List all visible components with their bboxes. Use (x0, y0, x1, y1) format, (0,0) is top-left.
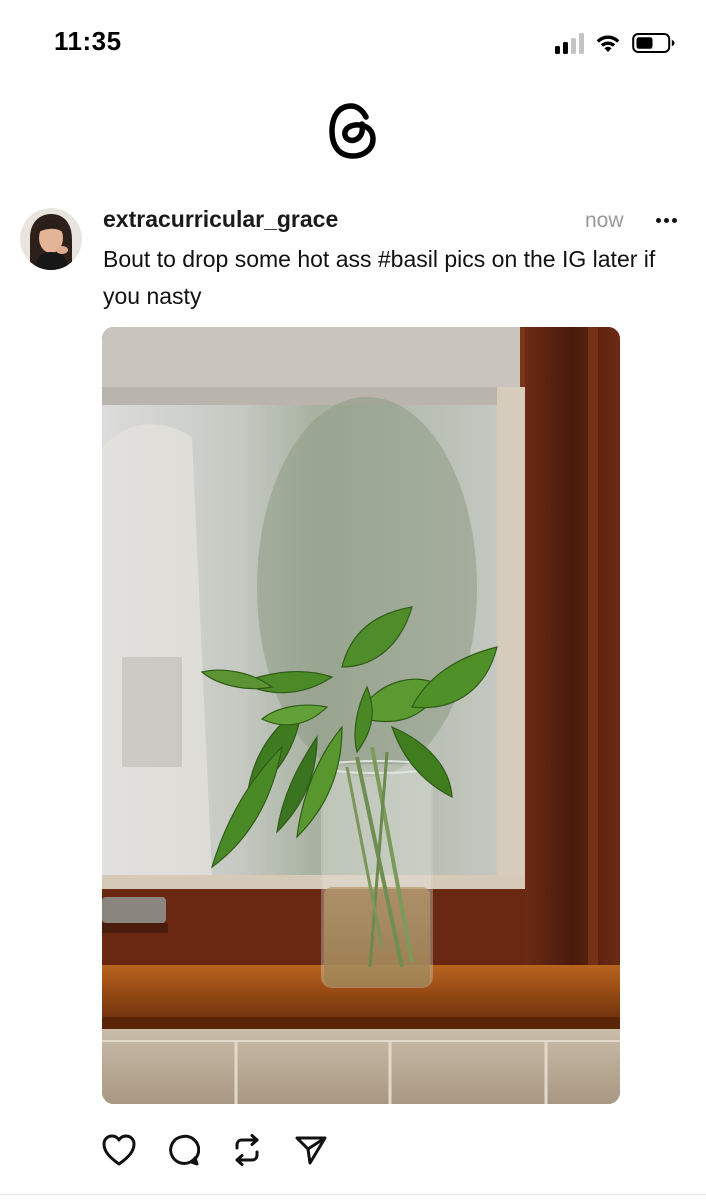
status-time: 11:35 (54, 26, 122, 56)
post-text: Bout to drop some hot ass #basil pics on… (103, 246, 656, 309)
wifi-icon (596, 35, 620, 52)
divider (0, 1194, 706, 1195)
ellipsis-icon (655, 217, 661, 223)
post-timestamp: now (585, 209, 624, 232)
heart-icon (102, 1134, 136, 1166)
share-icon (295, 1136, 327, 1165)
more-options-button[interactable] (650, 206, 682, 234)
comment-button[interactable] (164, 1131, 202, 1169)
battery-icon (632, 33, 675, 53)
repost-button[interactable] (228, 1131, 266, 1169)
post-image[interactable] (102, 327, 620, 1104)
basil-in-jar-on-windowsill-photo (102, 327, 620, 1104)
comment-icon (169, 1134, 200, 1166)
avatar[interactable] (20, 208, 82, 270)
status-bar: 11:35 (0, 0, 706, 86)
threads-logo-icon[interactable] (326, 100, 380, 162)
status-icons (555, 28, 676, 58)
repost-icon (235, 1134, 259, 1166)
username[interactable]: extracurricular_grace (103, 206, 338, 233)
like-button[interactable] (100, 1131, 138, 1169)
cellular-signal-icon (555, 32, 584, 54)
share-button[interactable] (292, 1131, 330, 1169)
post-actions (100, 1128, 330, 1172)
